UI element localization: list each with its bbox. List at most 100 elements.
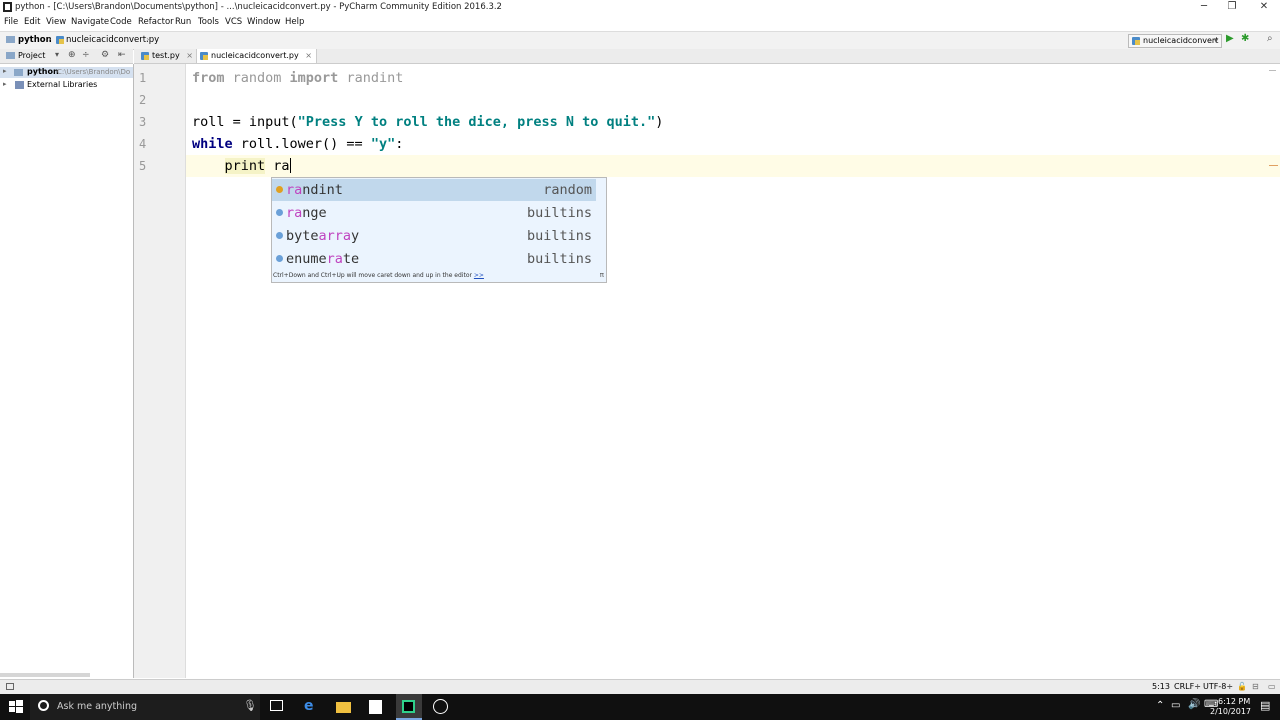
collapse-icon[interactable]: ÷ bbox=[82, 50, 90, 60]
tree-libs-label: External Libraries bbox=[27, 80, 98, 89]
tree-item-external-libraries[interactable]: ▸ External Libraries bbox=[0, 80, 133, 91]
chrome-icon[interactable] bbox=[433, 699, 448, 714]
menu-file[interactable]: File bbox=[4, 17, 18, 27]
code-text: roll = input( bbox=[192, 114, 298, 130]
close-tab-icon[interactable]: × bbox=[305, 51, 312, 60]
keyword-while: while bbox=[192, 136, 233, 152]
class-icon bbox=[276, 232, 283, 239]
clock-date[interactable]: 2/10/2017 bbox=[1210, 707, 1251, 716]
horizontal-scrollbar[interactable] bbox=[0, 673, 90, 677]
windows-taskbar: Ask me anything 🎙 e ⌃ ▭ 🔊 ⌨ 6:12 PM 2/10… bbox=[0, 694, 1280, 720]
module-name: random bbox=[224, 70, 290, 86]
keyword-import: import bbox=[289, 70, 339, 86]
breadcrumb-separator-icon: › bbox=[146, 35, 150, 45]
completion-item[interactable]: range builtins bbox=[272, 202, 596, 224]
navigation-bar: python › nucleicacidconvert.py › nucleic… bbox=[0, 31, 1280, 50]
file-encoding[interactable]: UTF-8÷ bbox=[1203, 682, 1233, 691]
task-view-icon[interactable] bbox=[270, 700, 283, 711]
breadcrumb-project[interactable]: python bbox=[18, 35, 52, 45]
search-everywhere-icon[interactable]: ⌕ bbox=[1267, 33, 1273, 44]
completion-item[interactable]: randint random bbox=[272, 179, 596, 201]
notification-icon[interactable]: ▤ bbox=[1260, 699, 1270, 712]
folder-icon bbox=[14, 69, 23, 76]
close-button[interactable]: ✕ bbox=[1250, 0, 1278, 15]
menu-edit[interactable]: Edit bbox=[24, 17, 40, 27]
title-bar: python - [C:\Users\Brandon\Documents\pyt… bbox=[0, 0, 1280, 15]
menu-refactor[interactable]: Refactor bbox=[138, 17, 174, 27]
function-icon bbox=[276, 186, 283, 193]
restore-button[interactable]: ❐ bbox=[1218, 0, 1246, 15]
network-icon[interactable]: ▭ bbox=[1171, 700, 1180, 711]
completion-item[interactable]: enumerate builtins bbox=[272, 248, 596, 270]
tab-nucleicacidconvert-py[interactable]: nucleicacidconvert.py × bbox=[196, 49, 317, 63]
edge-icon[interactable]: e bbox=[304, 698, 320, 714]
menu-tools[interactable]: Tools bbox=[198, 17, 219, 27]
tree-root-label: python bbox=[27, 67, 59, 76]
gear-icon[interactable]: ⚙ bbox=[101, 50, 109, 60]
python-file-icon bbox=[141, 52, 149, 60]
clock-time[interactable]: 6:12 PM bbox=[1218, 697, 1250, 706]
menu-code[interactable]: Code bbox=[110, 17, 132, 27]
caret-position[interactable]: 5:13 bbox=[1152, 682, 1170, 691]
pycharm-icon-inner bbox=[404, 702, 413, 711]
expand-arrow-icon[interactable]: ▸ bbox=[3, 67, 7, 75]
run-icon[interactable]: ▶ bbox=[1226, 33, 1234, 44]
menu-run[interactable]: Run bbox=[175, 17, 191, 27]
more-link[interactable]: >> bbox=[474, 272, 484, 279]
pi-icon[interactable]: π bbox=[600, 271, 604, 279]
code-text: : bbox=[395, 136, 404, 152]
tree-item-python[interactable]: ▸ python C:\Users\Brandon\Do bbox=[0, 67, 133, 78]
pycharm-taskbar-button[interactable] bbox=[396, 694, 422, 720]
lock-icon[interactable]: 🔓 bbox=[1237, 682, 1247, 691]
chevron-down-icon: ▾ bbox=[1213, 36, 1218, 45]
error-stripe-marker[interactable] bbox=[1269, 165, 1278, 166]
tab-label: test.py bbox=[152, 51, 180, 60]
sync-icon[interactable]: ⊕ bbox=[68, 50, 76, 60]
run-configuration-select[interactable]: nucleicacidconvert ▾ bbox=[1128, 34, 1222, 48]
menu-navigate[interactable]: Navigate bbox=[71, 17, 109, 27]
menu-vcs[interactable]: VCS bbox=[225, 17, 242, 27]
completion-module: builtins bbox=[526, 228, 592, 244]
close-tab-icon[interactable]: × bbox=[186, 51, 193, 60]
line-separator[interactable]: CRLF÷ bbox=[1174, 682, 1201, 691]
tool-windows-icon[interactable] bbox=[6, 683, 14, 690]
view-dropdown-icon[interactable]: ▾ bbox=[55, 50, 59, 59]
menu-window[interactable]: Window bbox=[247, 17, 281, 27]
class-icon bbox=[276, 209, 283, 216]
tab-test-py[interactable]: test.py × bbox=[138, 49, 197, 63]
debug-icon[interactable]: ✱ bbox=[1241, 33, 1249, 44]
python-file-icon bbox=[200, 52, 208, 60]
inspection-icon[interactable]: ⊟ bbox=[1252, 682, 1259, 691]
menu-view[interactable]: View bbox=[46, 17, 66, 27]
string-literal: "y" bbox=[370, 136, 396, 152]
line-number: 3 bbox=[139, 115, 147, 129]
code-completion-popup: randint random range builtins bytearray … bbox=[271, 177, 607, 283]
string-literal: "Press Y to roll the dice, press N to qu… bbox=[297, 114, 656, 130]
tab-label: nucleicacidconvert.py bbox=[211, 51, 299, 60]
microphone-icon[interactable]: 🎙 bbox=[243, 699, 257, 712]
line-number: 5 bbox=[139, 159, 147, 173]
store-icon[interactable] bbox=[369, 700, 382, 714]
menu-help[interactable]: Help bbox=[285, 17, 304, 27]
text-caret bbox=[289, 158, 291, 173]
cortana-search[interactable]: Ask me anything 🎙 bbox=[30, 694, 260, 720]
expand-arrow-icon[interactable]: ▸ bbox=[3, 80, 7, 88]
file-explorer-icon[interactable] bbox=[336, 702, 351, 713]
line-number-gutter: 1 2 3 4 5 bbox=[134, 64, 186, 678]
folder-icon bbox=[6, 36, 15, 43]
windows-start-icon[interactable] bbox=[8, 699, 24, 715]
completion-hint: Ctrl+Down and Ctrl+Up will move caret do… bbox=[273, 272, 484, 279]
project-panel-title[interactable]: Project bbox=[18, 51, 45, 60]
code-editor[interactable]: from random import randint roll = input(… bbox=[186, 64, 1280, 678]
completion-item[interactable]: bytearray builtins bbox=[272, 225, 596, 247]
print-statement: print bbox=[224, 158, 266, 174]
minimize-button[interactable]: ─ bbox=[1190, 0, 1218, 15]
volume-icon[interactable]: 🔊 bbox=[1188, 699, 1200, 710]
code-line-4: while roll.lower() == "y": bbox=[192, 136, 403, 152]
line-number: 4 bbox=[139, 137, 147, 151]
event-log-icon[interactable]: ▭ bbox=[1268, 682, 1276, 691]
tray-chevron-up-icon[interactable]: ⌃ bbox=[1156, 700, 1164, 711]
editor-tabs-bar: test.py × nucleicacidconvert.py × bbox=[134, 49, 1280, 64]
hide-panel-icon[interactable]: ⇤ bbox=[118, 50, 126, 60]
